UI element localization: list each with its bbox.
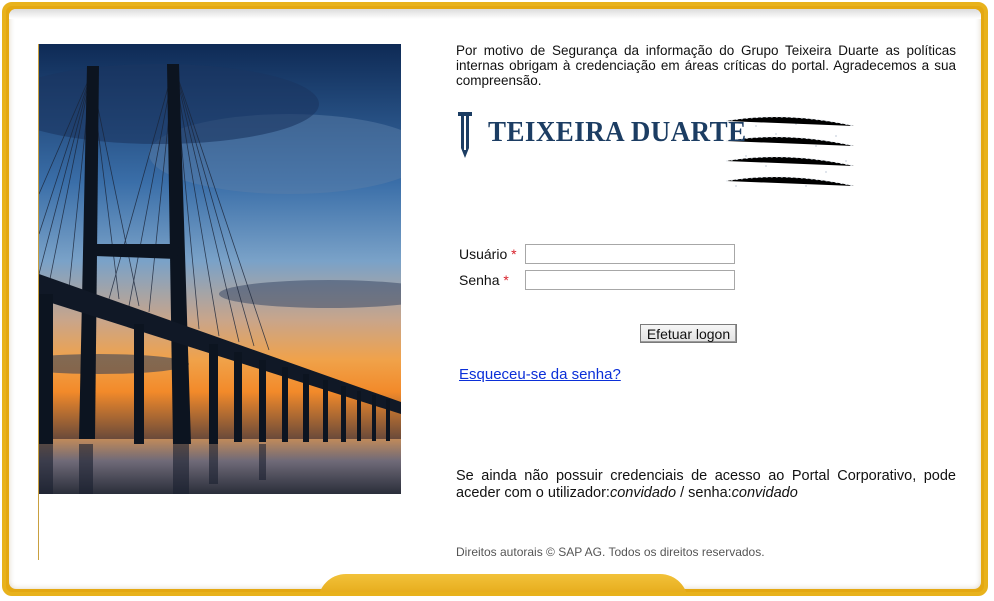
guest-password: convidado xyxy=(731,485,798,501)
teixeira-duarte-emblem-icon xyxy=(458,112,472,158)
copyright-footer: Direitos autorais © SAP AG. Todos os dir… xyxy=(456,545,765,559)
bridge-sunset-photo xyxy=(39,44,401,494)
required-mark: * xyxy=(511,246,517,262)
forgot-password-link[interactable]: Esqueceu-se da senha? xyxy=(459,366,621,383)
username-input[interactable] xyxy=(525,244,735,264)
bottom-tab xyxy=(318,574,688,592)
password-input[interactable] xyxy=(525,270,735,290)
logon-button[interactable]: Efetuar logon xyxy=(640,324,737,343)
user-label-text: Usuário xyxy=(459,246,508,262)
guest-access-note: Se ainda não possuir credenciais de aces… xyxy=(456,468,956,502)
user-row: Usuário * xyxy=(459,244,735,264)
password-label-text: Senha xyxy=(459,272,500,288)
required-mark: * xyxy=(503,272,509,288)
logo-text: TEIXEIRA DUARTE xyxy=(488,116,747,148)
company-logo: TEIXEIRA DUARTE xyxy=(456,106,856,198)
password-label: Senha * xyxy=(459,272,525,288)
guest-separator: / senha: xyxy=(676,485,732,501)
top-shade xyxy=(9,9,981,19)
security-notice: Por motivo de Segurança da informação do… xyxy=(456,43,956,88)
password-row: Senha * xyxy=(459,270,735,290)
guest-user: convidado xyxy=(609,485,677,501)
user-label: Usuário * xyxy=(459,246,525,262)
